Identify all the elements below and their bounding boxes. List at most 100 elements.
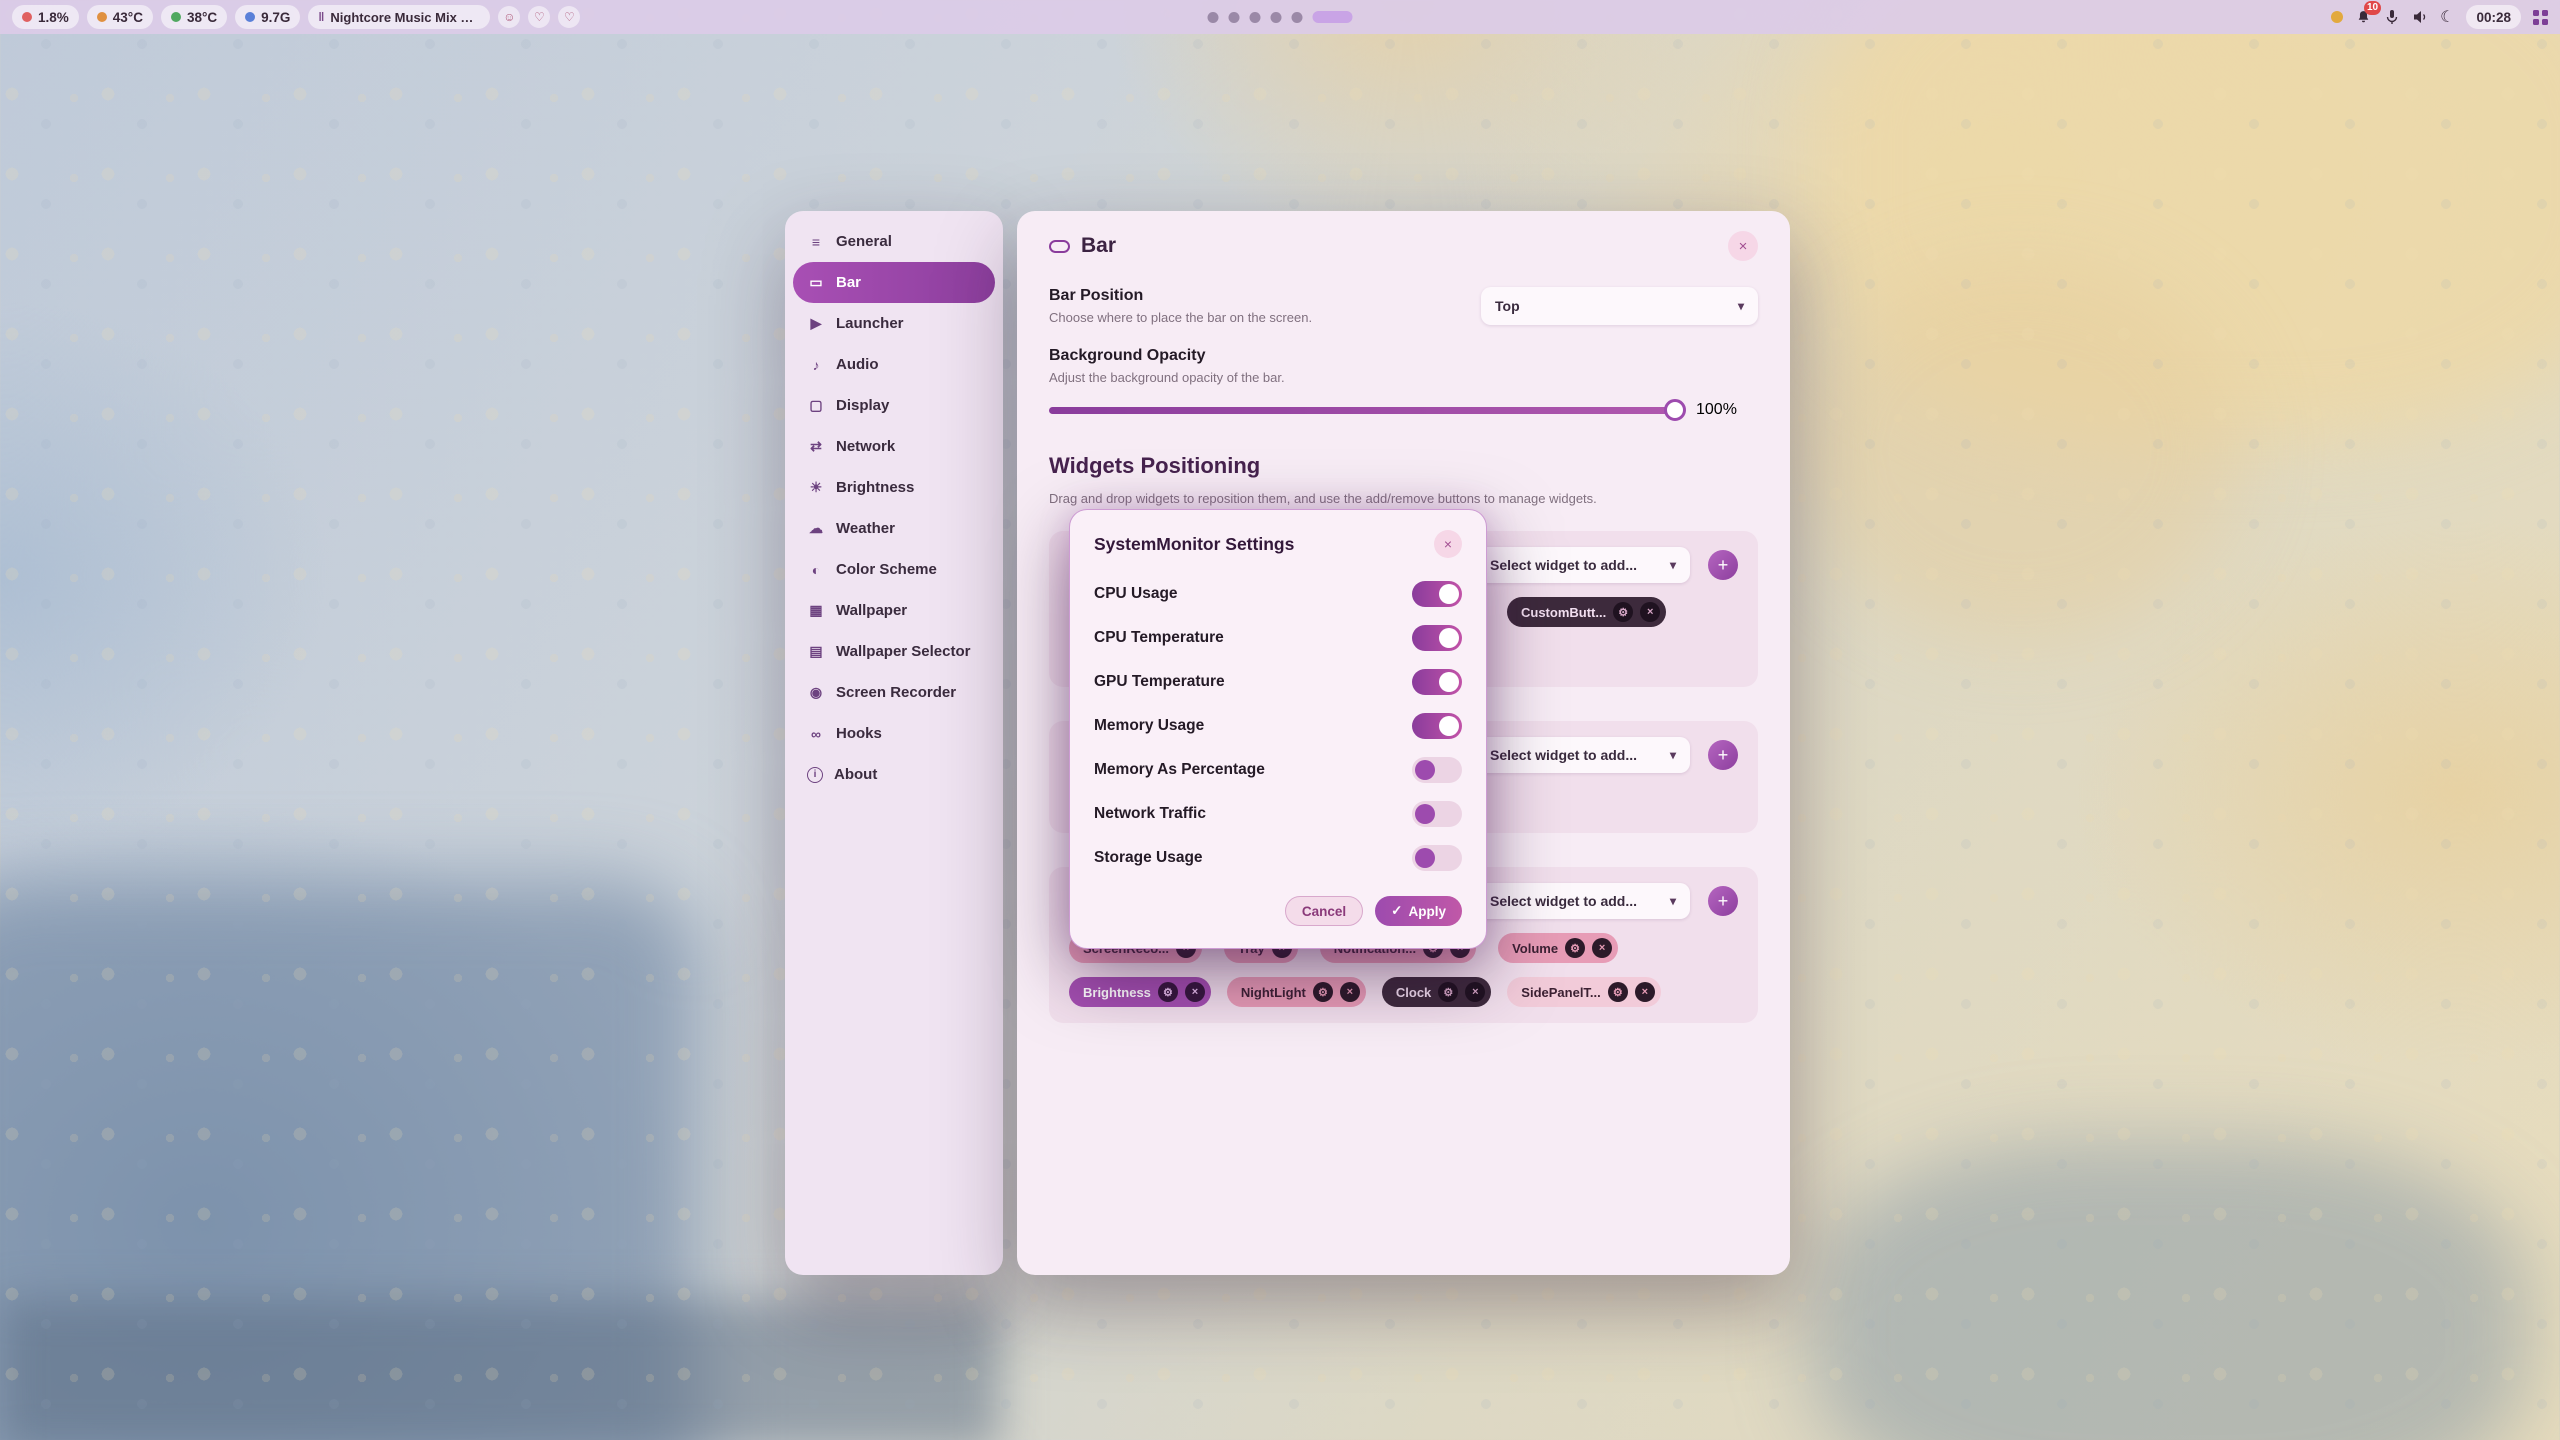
widget-remove-button[interactable]: × bbox=[1185, 982, 1205, 1002]
widget-chip-label: SidePanelT... bbox=[1521, 985, 1600, 1000]
notifications-button[interactable]: 10 bbox=[2355, 9, 2372, 26]
sidebar-item-color-scheme[interactable]: ◐ Color Scheme bbox=[793, 549, 995, 590]
widget-chip-nightlight[interactable]: NightLight ⚙ × bbox=[1227, 977, 1366, 1007]
favorite-button-2[interactable]: ♡ bbox=[558, 6, 580, 28]
cpu-usage-toggle[interactable] bbox=[1412, 581, 1462, 607]
sidebar-item-wallpaper-selector[interactable]: ▤ Wallpaper Selector bbox=[793, 631, 995, 672]
workspace-dot-1[interactable] bbox=[1208, 12, 1219, 23]
bar-position-dropdown[interactable]: Top ▾ bbox=[1481, 287, 1758, 325]
cancel-button[interactable]: Cancel bbox=[1285, 896, 1363, 926]
widget-chip-volume[interactable]: Volume ⚙ × bbox=[1498, 933, 1618, 963]
toggle-knob bbox=[1439, 672, 1459, 692]
toggle-row-memory-usage: Memory Usage bbox=[1094, 704, 1462, 748]
sidebar-item-about[interactable]: i About bbox=[793, 754, 995, 795]
widget-chip-clock[interactable]: Clock ⚙ × bbox=[1382, 977, 1491, 1007]
storage-usage-toggle[interactable] bbox=[1412, 845, 1462, 871]
dialog-close-button[interactable]: × bbox=[1434, 530, 1462, 558]
top-bar: 1.8% 43°C 38°C 9.7G ‖ Nightcore Music Mi… bbox=[0, 0, 2560, 34]
top-bar-left: 1.8% 43°C 38°C 9.7G ‖ Nightcore Music Mi… bbox=[12, 5, 580, 29]
widget-settings-button[interactable]: ⚙ bbox=[1158, 982, 1178, 1002]
settings-sidebar: ≡ General ▭ Bar ▶ Launcher ♪ Audio ▢ Dis… bbox=[785, 211, 1003, 1275]
sidebar-item-bar[interactable]: ▭ Bar bbox=[793, 262, 995, 303]
sidebar-item-weather[interactable]: ☁ Weather bbox=[793, 508, 995, 549]
section-center-add-dropdown[interactable]: Select widget to add... ▾ bbox=[1476, 737, 1690, 773]
clock-widget[interactable]: 00:28 bbox=[2466, 5, 2521, 29]
widget-remove-button[interactable]: × bbox=[1640, 602, 1660, 622]
gpu-temperature-toggle[interactable] bbox=[1412, 669, 1462, 695]
close-settings-button[interactable]: × bbox=[1728, 231, 1758, 261]
apply-button-label: Apply bbox=[1408, 904, 1446, 919]
favorite-button[interactable]: ♡ bbox=[528, 6, 550, 28]
widget-remove-button[interactable]: × bbox=[1465, 982, 1485, 1002]
opacity-slider-thumb[interactable] bbox=[1664, 399, 1686, 421]
sidebar-item-screen-recorder[interactable]: ◉ Screen Recorder bbox=[793, 672, 995, 713]
toggle-row-cpu-usage: CPU Usage bbox=[1094, 572, 1462, 616]
workspace-dot-3[interactable] bbox=[1250, 12, 1261, 23]
memory-stat[interactable]: 9.7G bbox=[235, 5, 300, 29]
opacity-slider[interactable] bbox=[1049, 407, 1682, 414]
section-right-add-button[interactable]: + bbox=[1708, 886, 1738, 916]
widget-settings-button[interactable]: ⚙ bbox=[1438, 982, 1458, 1002]
network-traffic-toggle[interactable] bbox=[1412, 801, 1462, 827]
workspace-dot-2[interactable] bbox=[1229, 12, 1240, 23]
night-light-button[interactable]: ☾ bbox=[2440, 7, 2454, 27]
section-left-add-dropdown[interactable]: Select widget to add... ▾ bbox=[1476, 547, 1690, 583]
widget-chip-custombutton[interactable]: CustomButt... ⚙ × bbox=[1507, 597, 1666, 627]
section-left-add-button[interactable]: + bbox=[1708, 550, 1738, 580]
volume-button[interactable] bbox=[2412, 9, 2428, 25]
gpu-temp-stat[interactable]: 38°C bbox=[161, 5, 227, 29]
widget-settings-button[interactable]: ⚙ bbox=[1613, 602, 1633, 622]
sidebar-item-wallpaper[interactable]: ▦ Wallpaper bbox=[793, 590, 995, 631]
apply-button[interactable]: ✓ Apply bbox=[1375, 896, 1462, 926]
add-widget-placeholder: Select widget to add... bbox=[1490, 747, 1637, 763]
emote-icon: ☺ bbox=[503, 10, 515, 24]
widget-chip-brightness[interactable]: Brightness ⚙ × bbox=[1069, 977, 1211, 1007]
widget-chip-sidepaneltoggle[interactable]: SidePanelT... ⚙ × bbox=[1507, 977, 1660, 1007]
widget-remove-button[interactable]: × bbox=[1592, 938, 1612, 958]
wallpaper-foliage-shape-2 bbox=[1800, 260, 2240, 640]
microphone-button[interactable] bbox=[2384, 9, 2400, 25]
widget-settings-button[interactable]: ⚙ bbox=[1565, 938, 1585, 958]
sidebar-item-label: Weather bbox=[836, 520, 895, 537]
cpu-usage-icon bbox=[22, 12, 32, 22]
moon-icon: ☾ bbox=[2440, 7, 2454, 27]
workspace-dot-5[interactable] bbox=[1292, 12, 1303, 23]
sidebar-item-brightness[interactable]: ☀ Brightness bbox=[793, 467, 995, 508]
sidebar-item-label: Wallpaper bbox=[836, 602, 907, 619]
heart-icon: ♡ bbox=[534, 10, 545, 24]
sidebar-item-launcher[interactable]: ▶ Launcher bbox=[793, 303, 995, 344]
palette-icon: ◐ bbox=[807, 562, 825, 578]
cpu-usage-stat[interactable]: 1.8% bbox=[12, 5, 79, 29]
app-grid-button[interactable] bbox=[2533, 10, 2548, 25]
memory-icon bbox=[245, 12, 255, 22]
opacity-value: 100% bbox=[1696, 401, 1737, 419]
screen-recorder-icon: ◉ bbox=[807, 684, 825, 701]
sidebar-item-audio[interactable]: ♪ Audio bbox=[793, 344, 995, 385]
sidebar-item-display[interactable]: ▢ Display bbox=[793, 385, 995, 426]
sidebar-item-hooks[interactable]: ∞ Hooks bbox=[793, 713, 995, 754]
toggle-knob bbox=[1439, 584, 1459, 604]
sidebar-item-label: Screen Recorder bbox=[836, 684, 956, 701]
color-picker-icon[interactable] bbox=[2331, 11, 2343, 23]
memory-as-percentage-toggle[interactable] bbox=[1412, 757, 1462, 783]
widget-remove-button[interactable]: × bbox=[1340, 982, 1360, 1002]
section-right-add-dropdown[interactable]: Select widget to add... ▾ bbox=[1476, 883, 1690, 919]
sidebar-item-network[interactable]: ⇄ Network bbox=[793, 426, 995, 467]
emote-button[interactable]: ☺ bbox=[498, 6, 520, 28]
memory-usage-toggle[interactable] bbox=[1412, 713, 1462, 739]
widget-settings-button[interactable]: ⚙ bbox=[1313, 982, 1333, 1002]
cpu-temp-stat[interactable]: 43°C bbox=[87, 5, 153, 29]
sidebar-item-general[interactable]: ≡ General bbox=[793, 221, 995, 262]
widget-chip-label: Clock bbox=[1396, 985, 1431, 1000]
workspace-active-pill[interactable] bbox=[1313, 11, 1353, 23]
pause-icon[interactable]: ‖ bbox=[318, 10, 324, 24]
widget-remove-button[interactable]: × bbox=[1635, 982, 1655, 1002]
section-center-add-button[interactable]: + bbox=[1708, 740, 1738, 770]
media-player-widget[interactable]: ‖ Nightcore Music Mix 20... bbox=[308, 5, 490, 29]
close-icon: × bbox=[1347, 986, 1353, 998]
cpu-temperature-toggle[interactable] bbox=[1412, 625, 1462, 651]
wallpaper-railing-shape bbox=[1810, 1140, 2530, 1440]
wallpaper-icon: ▦ bbox=[807, 602, 825, 619]
widget-settings-button[interactable]: ⚙ bbox=[1608, 982, 1628, 1002]
workspace-dot-4[interactable] bbox=[1271, 12, 1282, 23]
